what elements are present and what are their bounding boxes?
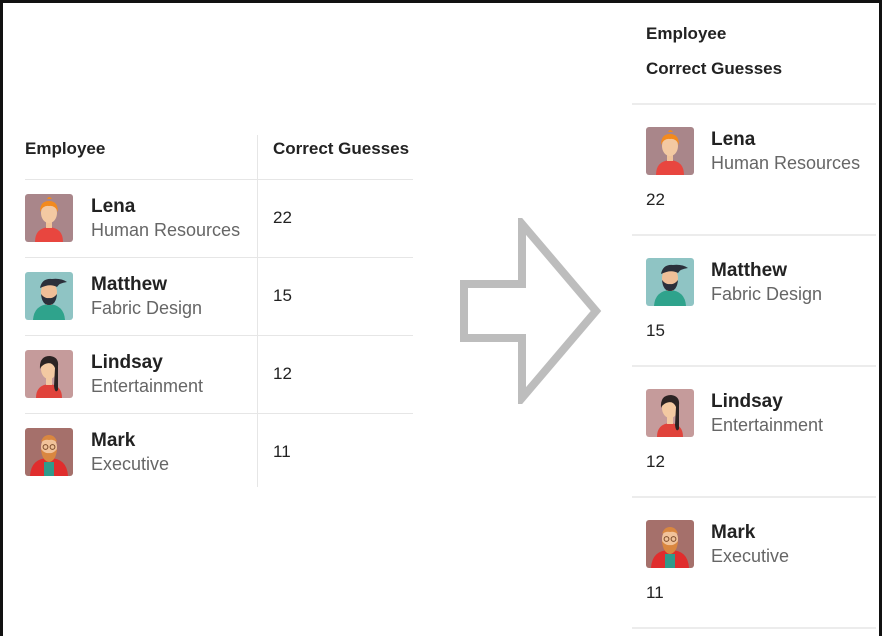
employee-table-wide: Employee Correct Guesses Lena Human Reso…	[25, 135, 413, 491]
employee-department: Human Resources	[711, 153, 861, 173]
header-employee: Employee	[25, 139, 106, 158]
employee-department: Fabric Design	[91, 298, 203, 318]
woman-dark-hair-avatar-icon	[646, 389, 694, 437]
list-item: Matthew Fabric Design 15	[632, 236, 876, 367]
right-arrow-icon	[460, 218, 602, 404]
employee-table-stacked: Employee Correct Guesses Lena Human Reso…	[632, 18, 876, 629]
list-item: Lindsay Entertainment 12	[632, 367, 876, 498]
employee-department: Entertainment	[91, 376, 204, 396]
man-beard-teal-avatar-icon	[25, 272, 73, 320]
list-item: Mark Executive 11	[632, 498, 876, 629]
table-header: Employee Correct Guesses	[632, 18, 876, 105]
man-beard-teal-avatar-icon	[646, 258, 694, 306]
correct-guesses-value: 15	[273, 286, 292, 305]
correct-guesses-value: 15	[646, 321, 665, 340]
employee-name: Matthew	[91, 274, 167, 295]
employee-department: Entertainment	[711, 415, 824, 435]
woman-dark-hair-avatar-icon	[25, 350, 73, 398]
table-row: Matthew Fabric Design 15	[25, 258, 413, 336]
correct-guesses-value: 22	[646, 190, 665, 209]
header-correct-guesses: Correct Guesses	[273, 139, 410, 158]
employee-department: Executive	[711, 546, 790, 566]
employee-name: Lena	[91, 196, 136, 217]
correct-guesses-value: 11	[646, 583, 664, 602]
man-red-beard-avatar-icon	[646, 520, 694, 568]
employee-name: Lindsay	[91, 352, 163, 373]
employee-name: Lena	[711, 129, 756, 150]
employee-department: Human Resources	[91, 220, 241, 240]
employee-department: Fabric Design	[711, 284, 823, 304]
table-row: Lindsay Entertainment 12	[25, 336, 413, 414]
list-item: Lena Human Resources 22	[632, 105, 876, 236]
table-header: Employee Correct Guesses	[25, 135, 413, 180]
header-correct-guesses: Correct Guesses	[646, 59, 783, 78]
table-row: Lena Human Resources 22	[25, 180, 413, 258]
man-red-beard-avatar-icon	[25, 428, 73, 476]
woman-redhead-avatar-icon	[25, 194, 73, 242]
correct-guesses-value: 12	[273, 364, 292, 383]
employee-name: Mark	[711, 522, 756, 543]
woman-redhead-avatar-icon	[646, 127, 694, 175]
table-row: Mark Executive 11	[25, 414, 413, 491]
correct-guesses-value: 22	[273, 208, 292, 227]
correct-guesses-value: 11	[273, 442, 291, 461]
employee-department: Executive	[91, 454, 170, 474]
employee-name: Lindsay	[711, 391, 783, 412]
employee-name: Matthew	[711, 260, 787, 281]
employee-name: Mark	[91, 430, 136, 451]
header-employee: Employee	[646, 24, 727, 43]
correct-guesses-value: 12	[646, 452, 665, 471]
